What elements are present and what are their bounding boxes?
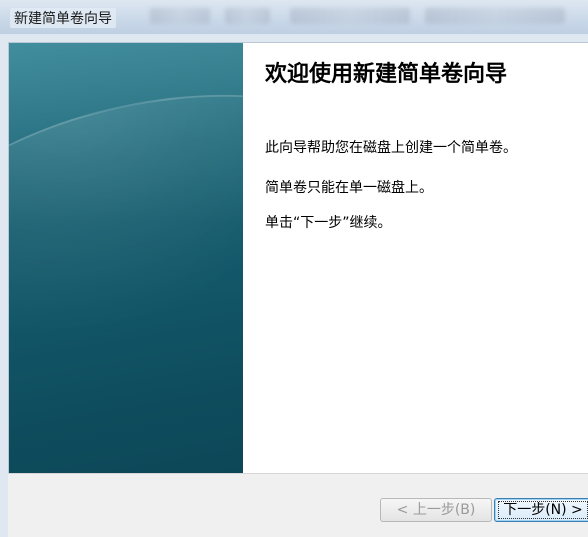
welcome-paragraph: 简单卷只能在单一磁盘上。 <box>265 180 433 196</box>
wizard-client-area: 欢迎使用新建简单卷向导 此向导帮助您在磁盘上创建一个简单卷。 简单卷只能在单一磁… <box>8 42 588 473</box>
next-button[interactable]: 下一步(N) > <box>494 498 588 522</box>
window-title: 新建简单卷向导 <box>10 8 116 28</box>
blurred-title-region <box>425 8 565 24</box>
welcome-paragraph: 此向导帮助您在磁盘上创建一个简单卷。 <box>265 140 517 156</box>
blurred-title-region <box>225 8 270 24</box>
back-button[interactable]: < 上一步(B) <box>380 498 492 522</box>
welcome-heading: 欢迎使用新建简单卷向导 <box>265 61 508 87</box>
wizard-side-banner <box>9 43 243 473</box>
blurred-title-region <box>290 8 410 24</box>
title-bar[interactable]: 新建简单卷向导 <box>0 0 588 34</box>
wizard-window: 新建简单卷向导 欢迎使用新建简单卷向导 此向导帮助您在磁盘上创建一个简单卷。 简… <box>0 0 588 537</box>
welcome-paragraph: 单击“下一步”继续。 <box>265 215 392 231</box>
welcome-content: 欢迎使用新建简单卷向导 此向导帮助您在磁盘上创建一个简单卷。 简单卷只能在单一磁… <box>265 59 588 231</box>
wizard-button-bar: < 上一步(B) 下一步(N) > <box>8 473 588 537</box>
focus-rectangle <box>498 501 588 519</box>
blurred-title-region <box>150 8 210 24</box>
